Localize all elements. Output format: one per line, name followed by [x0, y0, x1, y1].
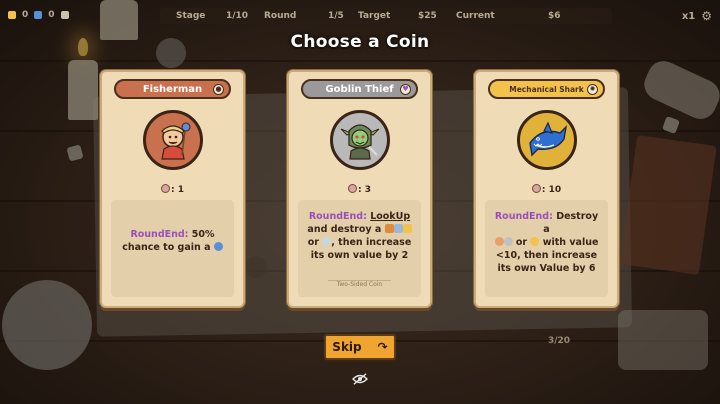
game-speed-button[interactable]: x1 — [682, 11, 695, 22]
stage-label: Stage — [176, 11, 206, 21]
gem-icon — [34, 11, 43, 19]
gold-chest-icon — [402, 224, 412, 233]
coin-card-mechanical-shark[interactable]: Mechanical Shark ✹ : 10 RoundEnd: Destro… — [474, 70, 619, 308]
mechanical-shark-portrait-icon — [516, 110, 577, 170]
description-text: or — [515, 237, 528, 248]
skip-label: Skip — [332, 340, 362, 354]
card-name-banner: Mechanical Shark ✹ — [488, 79, 605, 99]
lookup-link[interactable]: LookUp — [370, 211, 410, 222]
coin-value-icon — [161, 184, 170, 193]
skip-button[interactable]: Skip ↷ — [324, 334, 396, 360]
current-value: $6 — [548, 11, 561, 21]
shield-icon: ♥ — [400, 84, 411, 95]
top-hud: 0 0 Stage 1/10 Round 1/5 Target $25 Curr… — [0, 6, 720, 26]
curved-arrow-icon: ↷ — [377, 340, 388, 354]
coin-type-icon: ● — [213, 84, 224, 95]
hud-controls: x1 ⚙ — [682, 9, 712, 23]
keyword-roundend: RoundEnd: — [308, 211, 367, 222]
eye-slash-icon[interactable] — [350, 371, 370, 387]
card-name-banner: Fisherman ● — [114, 79, 231, 99]
resource-b-count: 0 — [48, 10, 55, 20]
target-label: Target — [358, 11, 391, 21]
card-name: Goblin Thief — [325, 83, 394, 95]
silver-chest-icon — [393, 224, 403, 233]
round-label: Round — [264, 11, 297, 21]
card-description: RoundEnd: Destroy a or with value <10, t… — [485, 200, 608, 297]
coin-value-number: 1 — [177, 185, 184, 195]
gear-icon[interactable]: ⚙ — [701, 9, 712, 23]
coin-value: : 10 — [476, 184, 617, 195]
copper-coin-icon — [494, 237, 504, 246]
silver-coin-icon — [503, 237, 513, 246]
round-value: 1/5 — [328, 11, 344, 21]
bag-icon — [60, 11, 69, 19]
target-value: $25 — [418, 11, 437, 21]
description-text: or — [307, 237, 319, 248]
gear-icon: ✹ — [587, 84, 598, 95]
resource-a-count: 0 — [22, 10, 29, 20]
card-name: Fisherman — [142, 83, 203, 95]
fisherman-portrait-icon — [142, 110, 203, 170]
flag-icon — [168, 12, 176, 20]
coin-card-fisherman[interactable]: Fisherman ● : 1 RoundEnd: 50% chance to … — [100, 70, 245, 308]
keyword-roundend: RoundEnd: — [130, 229, 189, 240]
card-name: Mechanical Shark — [509, 84, 584, 94]
coin-tag: Two-Sided Coin — [336, 281, 383, 288]
deck-count: 3/20 — [548, 336, 571, 346]
coin-value: : 1 — [102, 184, 243, 195]
resource-counters: 0 0 — [8, 10, 69, 20]
coin-value-icon — [348, 184, 357, 193]
fish-icon — [213, 242, 223, 251]
keyword-roundend: RoundEnd: — [494, 211, 553, 222]
chest-icon — [384, 224, 394, 233]
gold-coin-icon — [530, 237, 540, 246]
stage-value: 1/10 — [226, 11, 249, 21]
coin-value: : 3 — [289, 184, 430, 195]
card-description: RoundEnd: LookUp and destroy a or , then… — [298, 200, 421, 297]
page-title: Choose a Coin — [290, 32, 430, 52]
gold-icon — [8, 11, 16, 19]
coin-value-number: 10 — [548, 185, 562, 195]
shell-icon — [322, 237, 332, 246]
coin-value-icon — [531, 184, 541, 193]
description-text: and destroy a — [307, 224, 382, 235]
current-label: Current — [456, 11, 495, 21]
card-name-banner: Goblin Thief ♥ — [301, 79, 418, 99]
coin-value-number: 3 — [364, 185, 371, 195]
goblin-thief-portrait-icon — [329, 110, 390, 170]
stage-info-bar: Stage 1/10 Round 1/5 Target $25 Current … — [160, 8, 612, 24]
card-description: RoundEnd: 50% chance to gain a — [111, 200, 234, 297]
coin-card-goblin-thief[interactable]: Goblin Thief ♥ : 3 RoundEnd: LookUp and … — [287, 70, 432, 308]
